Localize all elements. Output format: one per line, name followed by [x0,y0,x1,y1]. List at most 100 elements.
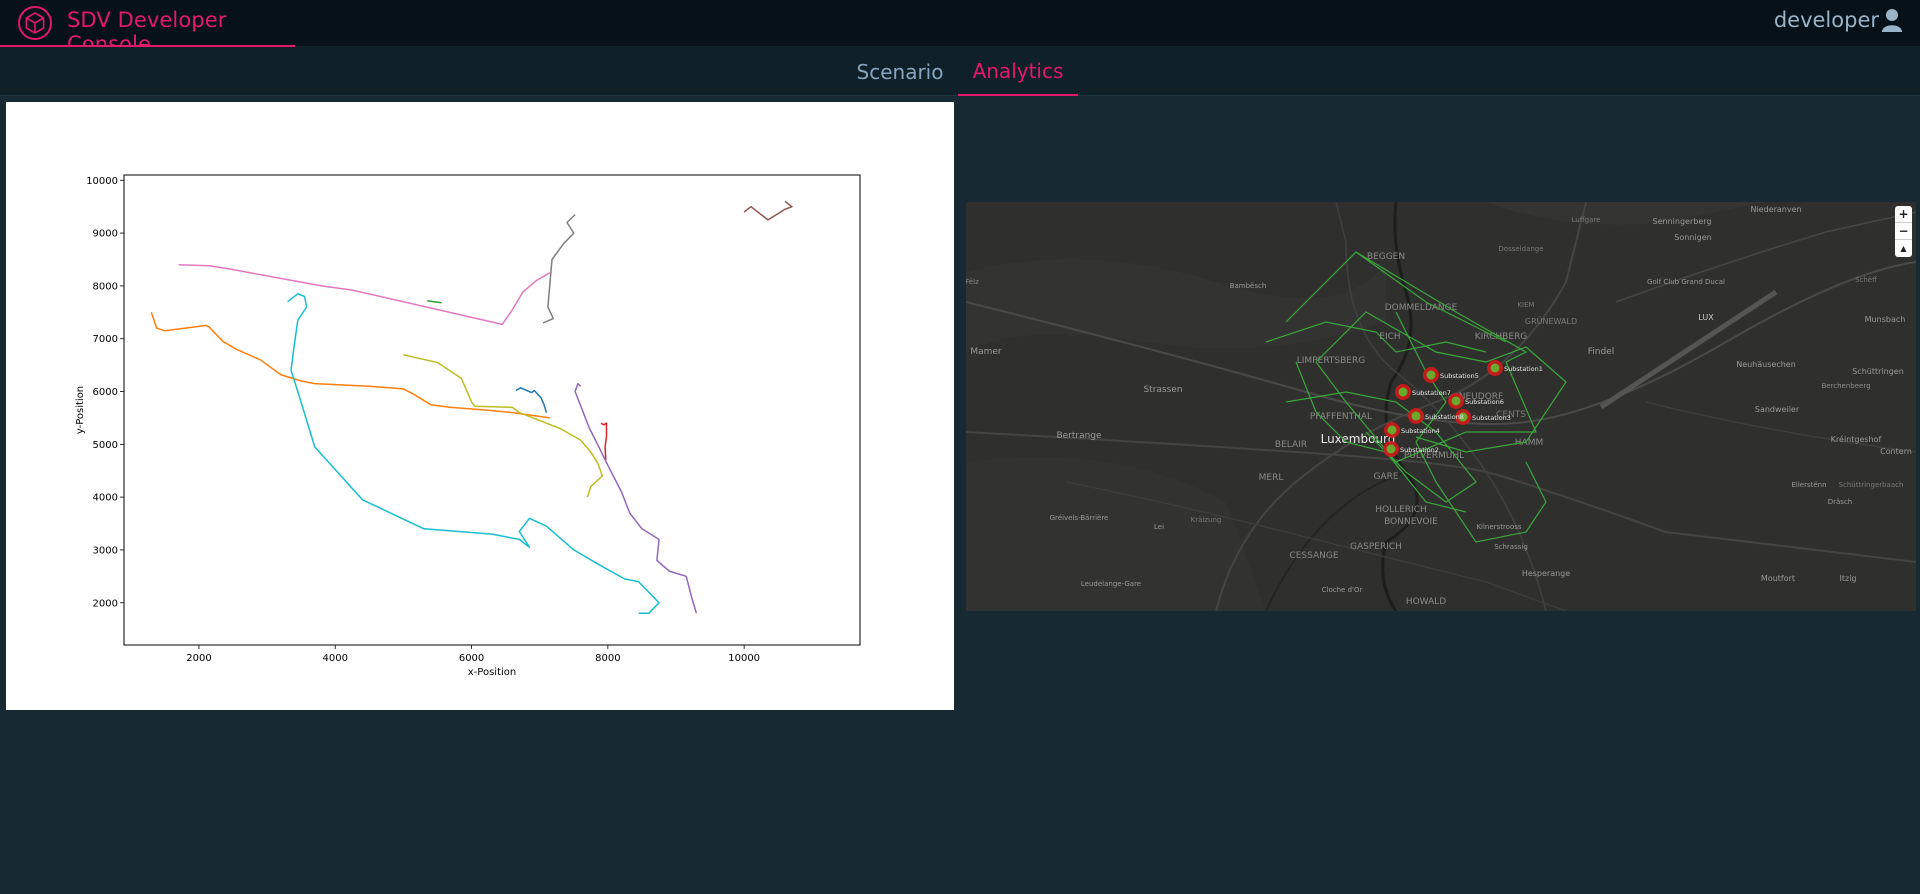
map-place-label: Schüttringen [1852,367,1904,376]
brand[interactable]: SDV Developer Console [0,0,295,56]
map-place-label: Senningerberg [1653,217,1712,226]
y-tick-label: 2000 [93,598,118,609]
y-tick-label: 3000 [93,545,118,556]
trajectory-line [287,293,660,615]
map-place-label: Kréintgeshof [1831,434,1882,444]
map-place-label: Bambësch [1230,282,1267,290]
substation-label: Substation2 [1400,446,1439,454]
zoom-out-button[interactable]: − [1895,223,1912,240]
map-place-label: KIEM [1517,301,1534,309]
y-tick-label: 9000 [93,229,118,240]
map-place-label: Cloche d'Or [1322,586,1363,594]
map-place-label: Itzig [1840,574,1857,583]
map-place-label: DOMMELDANGE [1385,303,1458,313]
y-tick-label: 4000 [93,493,118,504]
map-place-label: Schüttringerbaach [1839,481,1904,489]
zoom-in-button[interactable]: + [1895,206,1912,223]
substation-marker-dot [1411,411,1421,421]
map-place-label: Lei [1154,523,1164,531]
x-tick-label: 4000 [323,653,348,664]
trajectory-line [427,299,442,304]
map-place-label: Moutfort [1761,574,1795,583]
trajectory-line [542,214,576,324]
top-header: SDV Developer Console developer [0,0,1920,56]
trajectory-chart: 2000 4000 6000 8000 10000 2000 3000 4000 5000 600… [75,174,861,678]
map-place-label: Ellerstënn [1791,481,1826,489]
map-place-label: HOWALD [1406,597,1446,607]
map-place-label: Dosseldange [1498,245,1543,253]
user-menu[interactable]: developer [1774,8,1903,32]
map-place-label: Sonnigen [1674,233,1711,242]
x-tick-label: 10000 [728,653,760,664]
substation-label: Substation6 [1465,398,1504,406]
map-place-label: Gréivels-Bärrière [1050,514,1109,522]
reset-north-button[interactable]: ▲ [1895,240,1912,257]
substation-marker-dot [1386,444,1396,454]
map-place-label: PFAFFENTHAL [1310,412,1372,422]
map-place-label: LUX [1698,313,1714,322]
map-place-label: GASPERICH [1350,542,1402,552]
tab-bar: Scenario Analytics [0,47,1920,96]
substation-label: Substation8 [1425,413,1464,421]
map-place-label: Kilnerstrooss [1476,523,1521,531]
map-zoom-controls: + − ▲ [1895,206,1912,257]
map-place-label: HOLLERICH [1375,505,1427,515]
map-place-label: Bertrange [1056,431,1102,441]
map-place-label: BEGGEN [1367,252,1405,262]
map-place-label: CESSANGE [1289,551,1338,561]
substation-marker-dot [1398,387,1408,397]
map-place-label: GRÜNEWALD [1525,316,1577,326]
trajectory-line [515,387,548,413]
y-tick-label: 7000 [93,334,118,345]
map-place-label: Leudelange-Gare [1081,580,1141,588]
map-canvas[interactable]: BEGGEN DOMMELDANGE KIEM GRÜNEWALD KIRCHBERG E… [966,202,1916,611]
map-place-label: KIRCHBERG [1475,332,1528,342]
map-place-label: LIMPERTSBERG [1297,356,1365,366]
map-place-label: Contern [1880,447,1912,456]
trajectory-line [178,264,551,326]
substation-label: Substation1 [1504,365,1543,373]
map-place-label: Fëlz [966,278,979,286]
map-place-label: Munsbach [1865,315,1906,324]
x-tick-label: 8000 [595,653,620,664]
trajectory-chart-panel: 2000 4000 6000 8000 10000 2000 3000 4000 5000 600… [6,102,954,710]
y-tick-label: 6000 [93,387,118,398]
map-panel[interactable]: BEGGEN DOMMELDANGE KIEM GRÜNEWALD KIRCHBERG E… [966,202,1916,611]
substation-label: Substation7 [1412,389,1451,397]
tab-scenario[interactable]: Scenario [852,47,948,96]
cube-logo-icon [18,6,52,40]
map-place-label: BELAIR [1275,440,1307,450]
substation-label: Substation5 [1440,372,1479,380]
map-place-label: Luffgare [1572,216,1601,224]
x-tick-label: 6000 [459,653,484,664]
map-place-label: Golf Club Grand Ducal [1647,278,1725,286]
map-place-label: GARE [1373,472,1398,482]
trajectory-line [574,382,698,614]
substation-marker-dot [1387,425,1397,435]
trajectory-line [403,353,604,498]
substation-marker-dot [1426,370,1436,380]
y-axis-label: y-Position [75,386,86,434]
username: developer [1773,8,1879,32]
map-place-label: Sandweiler [1755,405,1800,414]
user-icon [1882,9,1902,32]
substation-marker-dot [1451,396,1461,406]
substation-label: Substation4 [1401,427,1440,435]
map-place-label: Mamer [970,347,1002,357]
trajectory-line [150,312,551,419]
trajectory-line [743,200,793,221]
map-place-label: MERL [1259,473,1284,483]
y-tick-label: 8000 [93,281,118,292]
map-place-label: Schëff [1855,276,1877,284]
map-place-label: Kräizung [1191,516,1222,524]
map-place-label: Berchenbeerg [1821,382,1870,390]
substation-marker-dot [1490,363,1500,373]
y-tick-label: 10000 [86,176,118,187]
y-tick-label: 5000 [93,440,118,451]
map-place-label: Luxembourg [1321,432,1396,446]
tab-analytics[interactable]: Analytics [958,47,1078,96]
map-place-label: Strassen [1143,385,1182,395]
map-place-label: Neuhäusechen [1736,360,1796,369]
x-axis-label: x-Position [468,667,516,678]
map-place-label: Schrassig [1494,543,1528,551]
